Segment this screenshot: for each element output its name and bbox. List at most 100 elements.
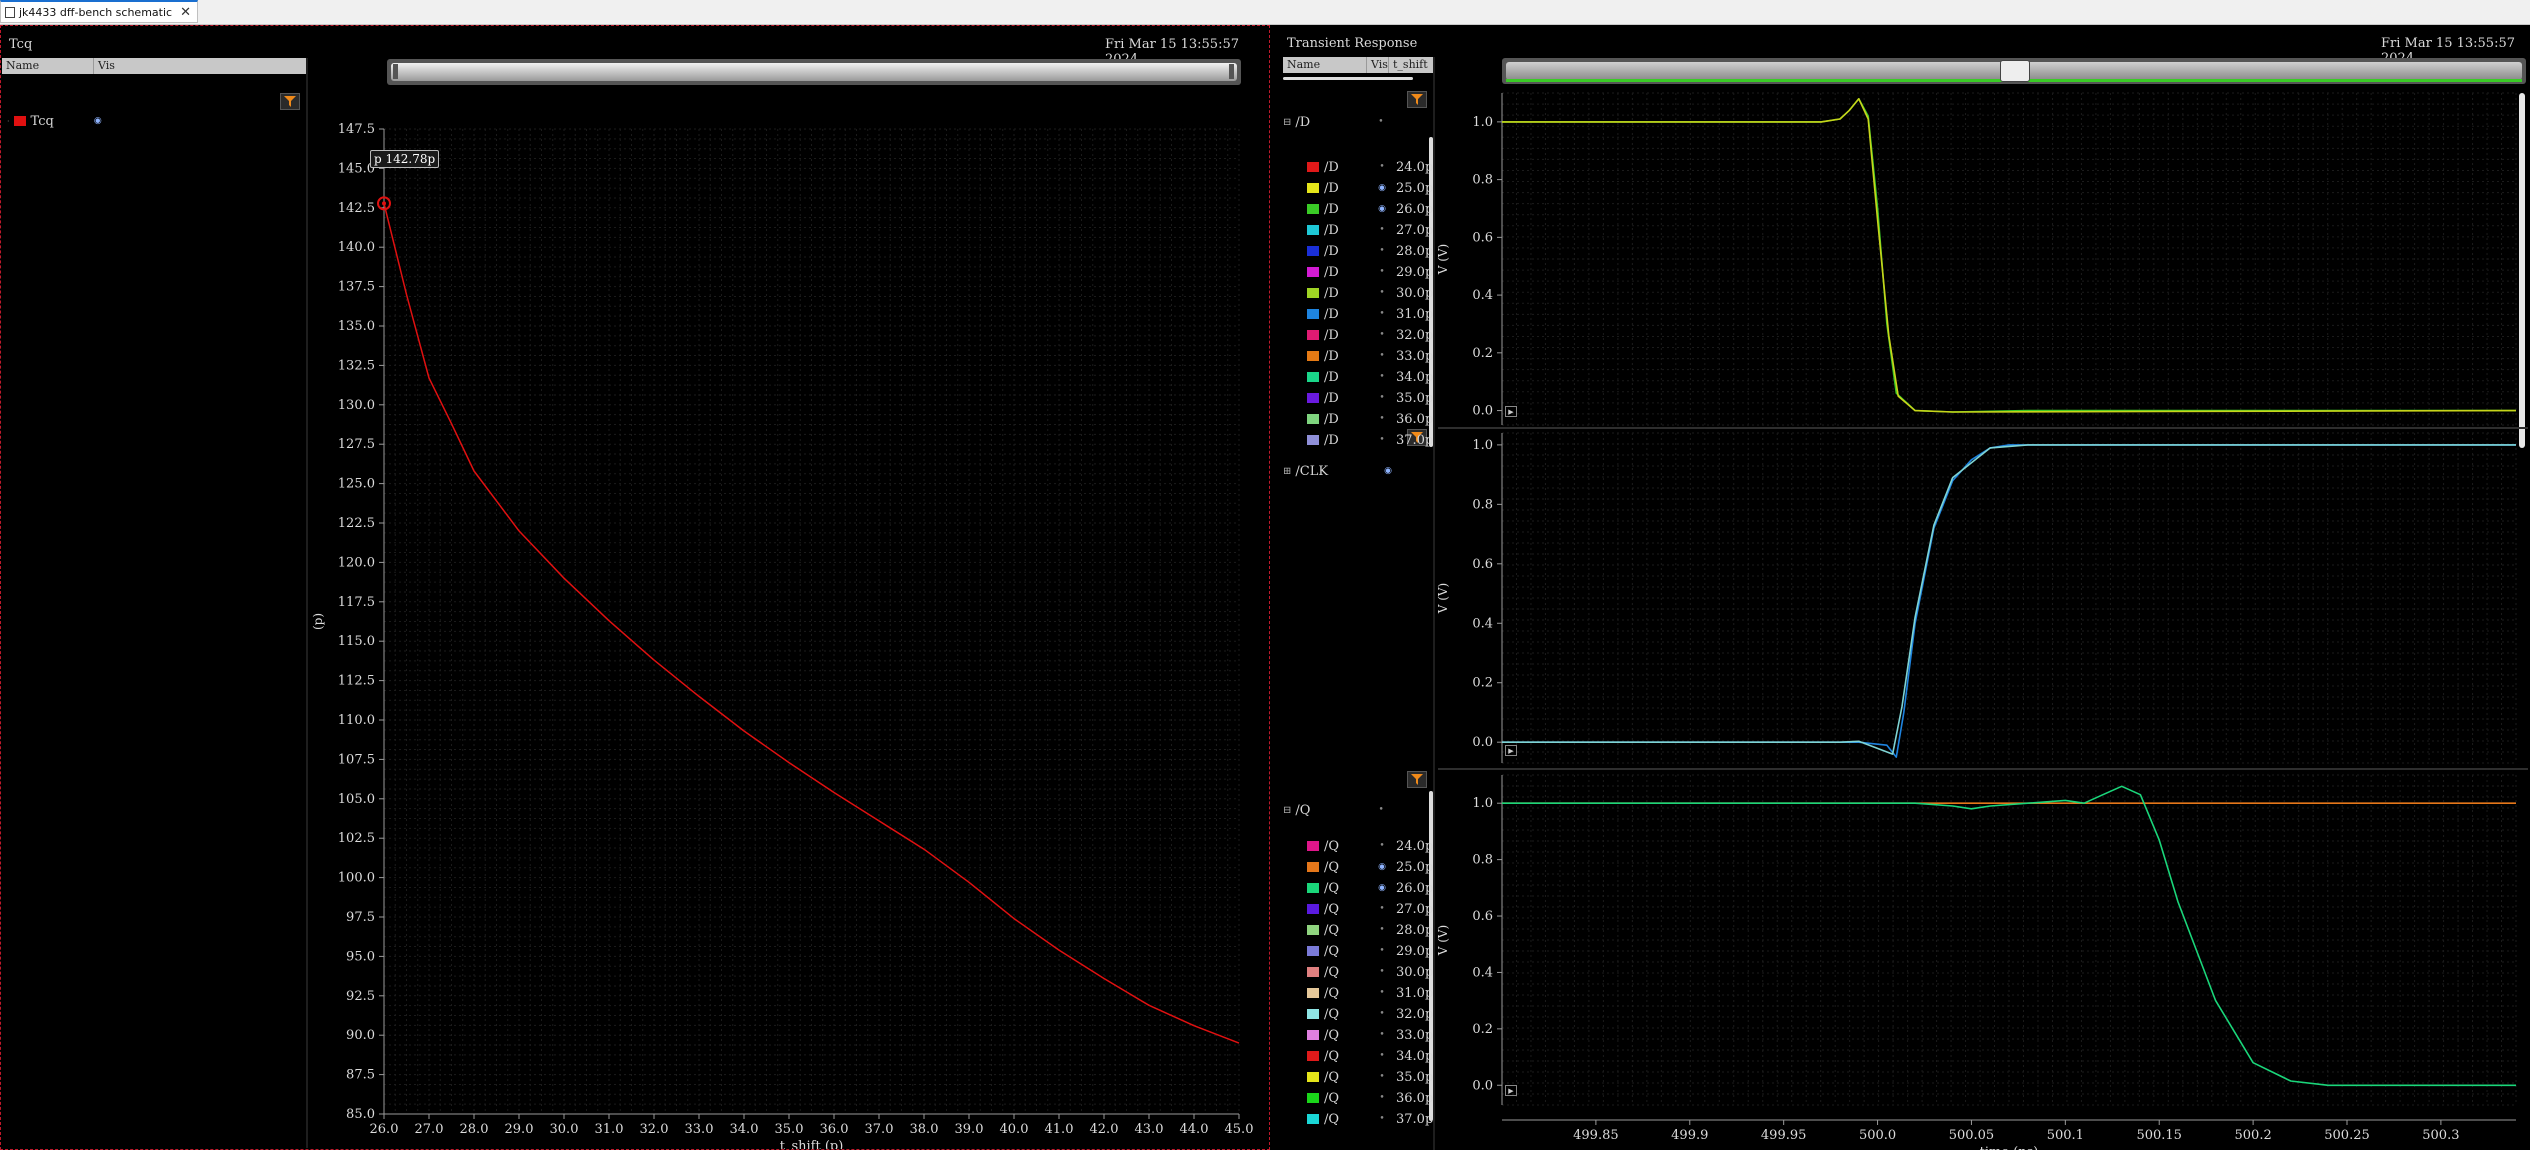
x-tick-label: 35.0: [775, 1122, 804, 1137]
signal-row[interactable]: /D • 34.0p: [1307, 367, 1433, 387]
tshift-value: 34.0p: [1396, 369, 1434, 385]
signal-row[interactable]: /Q • 28.0p: [1307, 920, 1433, 940]
x-tick-label: 37.0: [865, 1122, 894, 1137]
signal-row[interactable]: /D • 31.0p: [1307, 304, 1433, 324]
signal-row[interactable]: /Q • 31.0p: [1307, 983, 1433, 1003]
signal-row[interactable]: /Q • 32.0p: [1307, 1004, 1433, 1024]
dot-icon[interactable]: •: [1374, 1114, 1390, 1124]
x-tick-label: 500.3: [2422, 1128, 2459, 1143]
signal-row[interactable]: /D • 27.0p: [1307, 220, 1433, 240]
dot-icon[interactable]: •: [1374, 988, 1390, 998]
dot-icon[interactable]: •: [1374, 967, 1390, 977]
dot-icon[interactable]: •: [1374, 904, 1390, 914]
signal-name: /Q: [1324, 1090, 1340, 1106]
color-swatch: [1307, 883, 1319, 893]
eye-icon[interactable]: ◉: [1374, 862, 1390, 872]
dot-icon[interactable]: •: [1374, 925, 1390, 935]
x-tick-label: 39.0: [955, 1122, 984, 1137]
signal-row[interactable]: /D ◉ 26.0p: [1307, 199, 1433, 219]
signal-row[interactable]: /Q • 27.0p: [1307, 899, 1433, 919]
dot-icon[interactable]: •: [1374, 1093, 1390, 1103]
signal-name: /D: [1324, 180, 1339, 196]
close-icon[interactable]: ✕: [180, 5, 191, 20]
dot-icon[interactable]: •: [1374, 372, 1390, 382]
strip-expand-icon[interactable]: ▶: [1505, 1085, 1517, 1096]
eye-icon[interactable]: ◉: [1374, 183, 1390, 193]
color-swatch: [1307, 841, 1319, 851]
marker-label[interactable]: p 142.78p: [370, 150, 440, 168]
dot-icon[interactable]: •: [1374, 393, 1390, 403]
dot-icon[interactable]: •: [1374, 946, 1390, 956]
tshift-value: 31.0p: [1396, 985, 1434, 1001]
transient-charts[interactable]: 0.0 0.2 0.4 0.6 0.8 1.0 V (V) 0.0 0.2 0.4 0.6 0.8 1.…: [1278, 25, 2530, 1150]
y-tick-label: 0.6: [1472, 230, 1493, 245]
signal-row[interactable]: /Q • 34.0p: [1307, 1046, 1433, 1066]
dot-icon[interactable]: •: [1374, 414, 1390, 424]
dot-icon[interactable]: •: [1374, 1051, 1390, 1061]
color-swatch: [1307, 288, 1319, 298]
signal-row[interactable]: /Q ◉ 25.0p: [1307, 857, 1433, 877]
signal-row[interactable]: /Q • 35.0p: [1307, 1067, 1433, 1087]
signal-row[interactable]: /D • 28.0p: [1307, 241, 1433, 261]
dot-icon[interactable]: •: [1374, 1030, 1390, 1040]
dot-icon[interactable]: •: [1374, 267, 1390, 277]
dot-icon[interactable]: •: [1374, 351, 1390, 361]
signal-row[interactable]: /Q • 33.0p: [1307, 1025, 1433, 1045]
dot-icon[interactable]: •: [1374, 225, 1390, 235]
x-axis-label: time (ns): [1980, 1145, 2039, 1150]
eye-icon[interactable]: ◉: [1374, 204, 1390, 214]
y-tick-label: 122.5: [338, 516, 375, 531]
y-tick-label: 1.0: [1472, 115, 1493, 130]
y-tick-label: 95.0: [346, 949, 375, 964]
signal-name: /D: [1324, 264, 1339, 280]
dot-icon[interactable]: •: [1374, 330, 1390, 340]
signal-name: /Q: [1324, 964, 1340, 980]
signal-name: /D: [1324, 390, 1339, 406]
signal-row[interactable]: /D • 37.0p: [1307, 430, 1433, 450]
tab-jk4433-dff-bench[interactable]: jk4433 dff-bench schematic ✕: [0, 0, 198, 23]
signal-row[interactable]: /D • 32.0p: [1307, 325, 1433, 345]
tshift-value: 30.0p: [1396, 964, 1434, 980]
dot-icon[interactable]: •: [1374, 309, 1390, 319]
signal-row[interactable]: /Q • 37.0p: [1307, 1109, 1433, 1129]
chart-D: 0.0 0.2 0.4 0.6 0.8 1.0 V (V): [1436, 92, 2517, 426]
signal-row[interactable]: /Q ◉ 26.0p: [1307, 878, 1433, 898]
dot-icon[interactable]: •: [1374, 1009, 1390, 1019]
tshift-value: 33.0p: [1396, 348, 1434, 364]
dot-icon[interactable]: •: [1374, 288, 1390, 298]
signal-row[interactable]: /D • 30.0p: [1307, 283, 1433, 303]
signal-name: /Q: [1324, 838, 1340, 854]
strip-expand-icon[interactable]: ▶: [1505, 406, 1517, 417]
dot-icon[interactable]: •: [1374, 435, 1390, 445]
x-tick-label: 30.0: [550, 1122, 579, 1137]
signal-row[interactable]: /D • 33.0p: [1307, 346, 1433, 366]
signal-row[interactable]: /D • 35.0p: [1307, 388, 1433, 408]
signal-row[interactable]: /Q • 30.0p: [1307, 962, 1433, 982]
strip-expand-icon[interactable]: ▶: [1505, 745, 1517, 756]
tshift-value: 32.0p: [1396, 1006, 1434, 1022]
signal-row[interactable]: /Q • 36.0p: [1307, 1088, 1433, 1108]
dot-icon[interactable]: •: [1374, 162, 1390, 172]
color-swatch: [1307, 393, 1319, 403]
y-tick-label: 132.5: [338, 358, 375, 373]
signal-row[interactable]: /Q • 29.0p: [1307, 941, 1433, 961]
x-tick-label: 32.0: [640, 1122, 669, 1137]
dot-icon[interactable]: •: [1374, 841, 1390, 851]
tcq-chart[interactable]: 85.0 87.5 90.0 92.5 95.0 97.5 100.0 102.5 105.0 1…: [1, 26, 1269, 1149]
tshift-value: 37.0p: [1396, 432, 1434, 448]
signal-row[interactable]: /D • 24.0p: [1307, 157, 1433, 177]
color-swatch: [1307, 925, 1319, 935]
y-tick-label: 0.8: [1472, 853, 1493, 868]
y-tick-label: 85.0: [346, 1107, 375, 1122]
eye-icon[interactable]: ◉: [1374, 883, 1390, 893]
tshift-value: 33.0p: [1396, 1027, 1434, 1043]
dot-icon[interactable]: •: [1374, 1072, 1390, 1082]
signal-row[interactable]: /D • 36.0p: [1307, 409, 1433, 429]
signal-row[interactable]: /D ◉ 25.0p: [1307, 178, 1433, 198]
marker-dot: [382, 201, 386, 206]
signal-name: /Q: [1324, 943, 1340, 959]
dot-icon[interactable]: •: [1374, 246, 1390, 256]
signal-row[interactable]: /D • 29.0p: [1307, 262, 1433, 282]
x-tick-label: 500.05: [1949, 1128, 1995, 1143]
signal-row[interactable]: /Q • 24.0p: [1307, 836, 1433, 856]
